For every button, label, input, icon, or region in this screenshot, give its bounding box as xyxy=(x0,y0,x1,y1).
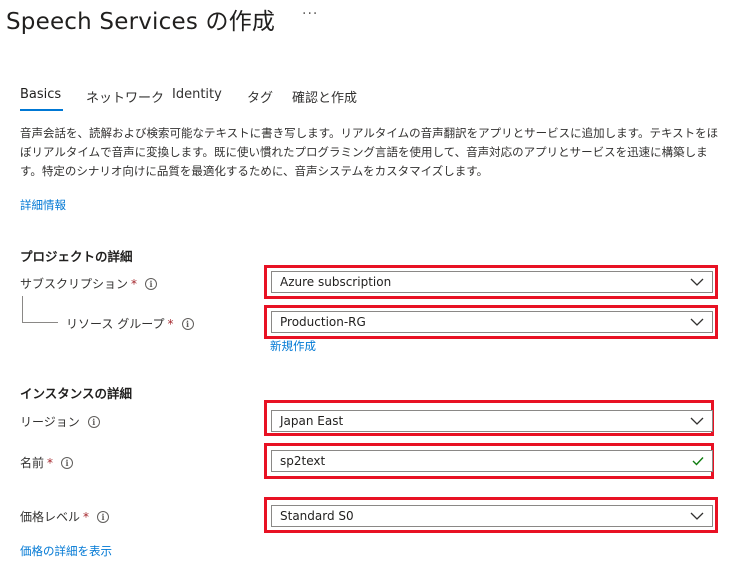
tab-review-create[interactable]: 確認と作成 xyxy=(292,87,357,106)
subscription-label-text: サブスクリプション xyxy=(20,277,129,291)
name-label: 名前 * i xyxy=(20,454,74,471)
region-label-text: リージョン xyxy=(20,415,80,429)
info-icon[interactable]: i xyxy=(61,456,74,469)
resource-group-value: Production-RG xyxy=(280,315,366,329)
region-label: リージョン i xyxy=(20,413,100,430)
tree-connector-horizontal xyxy=(22,322,58,323)
name-value: sp2text xyxy=(280,454,326,468)
instance-details-heading: インスタンスの詳細 xyxy=(20,386,133,401)
tab-tags[interactable]: タグ xyxy=(247,87,273,106)
required-marker: * xyxy=(131,276,138,291)
name-input[interactable]: sp2text xyxy=(271,450,713,472)
info-icon[interactable]: i xyxy=(145,277,158,290)
chevron-down-icon xyxy=(690,417,704,425)
create-new-resource-group-link[interactable]: 新規作成 xyxy=(270,338,316,354)
required-marker: * xyxy=(83,509,90,524)
required-marker: * xyxy=(47,455,54,470)
info-icon[interactable]: i xyxy=(181,317,194,330)
pricing-tier-label: 価格レベル * i xyxy=(20,508,110,525)
pricing-tier-dropdown[interactable]: Standard S0 xyxy=(271,505,713,527)
required-marker: * xyxy=(167,316,174,331)
info-icon[interactable]: i xyxy=(97,510,110,523)
chevron-down-icon xyxy=(690,318,704,326)
page-title: Speech Services の作成 xyxy=(6,9,276,35)
region-value: Japan East xyxy=(280,414,344,428)
learn-more-link[interactable]: 詳細情報 xyxy=(20,197,66,213)
more-options-button[interactable]: ··· xyxy=(302,6,318,22)
pricing-tier-label-text: 価格レベル xyxy=(20,510,81,524)
resource-group-label-text: リソース グループ xyxy=(66,317,165,331)
info-icon[interactable]: i xyxy=(87,415,100,428)
subscription-value: Azure subscription xyxy=(280,275,392,289)
chevron-down-icon xyxy=(690,278,704,286)
project-details-heading: プロジェクトの詳細 xyxy=(20,249,133,264)
subscription-label: サブスクリプション * i xyxy=(20,275,158,292)
resource-group-dropdown[interactable]: Production-RG xyxy=(271,311,713,333)
resource-group-label: リソース グループ * i xyxy=(66,315,194,332)
active-tab-indicator xyxy=(20,109,63,111)
service-description: 音声会話を、読解および検索可能なテキストに書き写します。リアルタイムの音声翻訳を… xyxy=(20,126,719,178)
chevron-down-icon xyxy=(690,512,704,520)
pricing-tier-value: Standard S0 xyxy=(280,509,354,523)
tab-basics[interactable]: Basics xyxy=(20,87,61,102)
name-label-text: 名前 xyxy=(20,456,45,470)
tab-network[interactable]: ネットワーク xyxy=(86,87,164,106)
view-pricing-details-link[interactable]: 価格の詳細を表示 xyxy=(20,543,112,559)
subscription-dropdown[interactable]: Azure subscription xyxy=(271,271,713,293)
tab-identity[interactable]: Identity xyxy=(172,87,222,102)
checkmark-icon xyxy=(692,457,704,466)
region-dropdown[interactable]: Japan East xyxy=(271,410,713,432)
tree-connector-vertical xyxy=(22,296,23,322)
